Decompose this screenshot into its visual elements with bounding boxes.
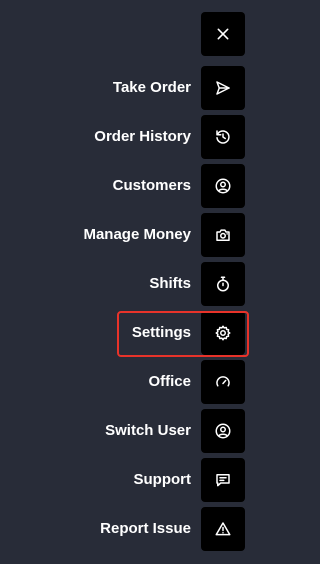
send-icon [216, 81, 230, 95]
switch-user-button[interactable] [201, 409, 245, 453]
menu-item-report-issue[interactable]: Report Issue [0, 507, 256, 551]
menu-item-manage-money[interactable]: Manage Money [0, 213, 256, 257]
warning-icon [215, 522, 231, 536]
side-menu: Take Order Order History Customers Manag… [0, 0, 256, 564]
menu-item-label: Manage Money [83, 226, 191, 243]
menu-item-switch-user[interactable]: Switch User [0, 409, 256, 453]
menu-item-label: Order History [94, 128, 191, 145]
menu-item-label: Report Issue [100, 520, 191, 537]
support-button[interactable] [201, 458, 245, 502]
menu-item-order-history[interactable]: Order History [0, 115, 256, 159]
settings-button[interactable] [201, 311, 245, 355]
menu-item-label: Office [148, 373, 191, 390]
menu-item-label: Settings [131, 324, 191, 341]
office-button[interactable] [201, 360, 245, 404]
menu-item-label: Shifts [149, 275, 191, 292]
menu-item-take-order[interactable]: Take Order [0, 66, 256, 110]
menu-item-office[interactable]: Office [0, 360, 256, 404]
menu-item-support[interactable]: Support [0, 458, 256, 502]
gear-icon [215, 325, 231, 341]
message-icon [216, 474, 230, 487]
order-history-button[interactable] [201, 115, 245, 159]
menu-item-shifts[interactable]: Shifts [0, 262, 256, 306]
menu-item-label: Take Order [112, 79, 191, 96]
user-circle-icon [215, 178, 231, 194]
camera-money-icon [216, 229, 230, 241]
report-issue-button[interactable] [201, 507, 245, 551]
menu-item-label: Support [133, 471, 192, 488]
menu-item-label: Customers [112, 177, 191, 194]
menu-item-label: Switch User [105, 422, 191, 439]
gauge-icon [216, 376, 230, 387]
menu-item-settings[interactable]: Settings [0, 311, 256, 355]
customers-button[interactable] [201, 164, 245, 208]
manage-money-button[interactable] [201, 213, 245, 257]
user-circle-icon [215, 423, 231, 439]
menu-item-customers[interactable]: Customers [0, 164, 256, 208]
history-icon [216, 130, 230, 144]
stopwatch-icon [217, 276, 229, 292]
shifts-button[interactable] [201, 262, 245, 306]
take-order-button[interactable] [201, 66, 245, 110]
